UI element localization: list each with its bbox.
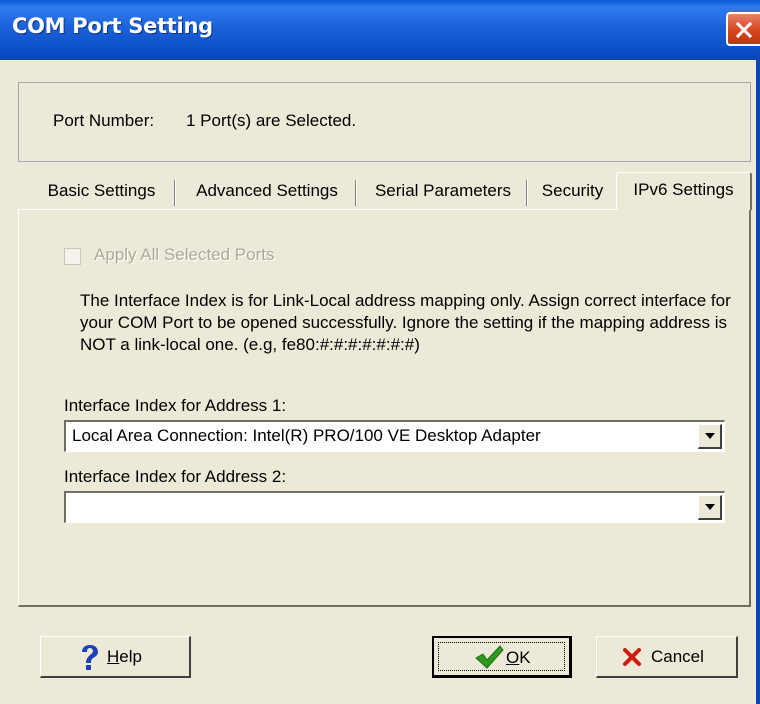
address2-dropdown-button[interactable] — [698, 495, 722, 520]
window-frame — [756, 60, 760, 704]
window-title: COM Port Setting — [12, 14, 213, 38]
apply-all-checkbox[interactable] — [64, 248, 81, 265]
cancel-button[interactable]: Cancel — [596, 636, 738, 678]
address2-label: Interface Index for Address 2: — [64, 467, 287, 486]
help-button[interactable]: Help — [40, 636, 191, 678]
address1-label: Interface Index for Address 1: — [64, 396, 287, 415]
help-mnemonic: H — [107, 647, 120, 666]
address2-dropdown[interactable] — [64, 491, 725, 523]
port-number-value: 1 Port(s) are Selected. — [186, 111, 357, 130]
address1-dropdown-button[interactable] — [698, 424, 722, 449]
port-number-label: Port Number: — [53, 111, 155, 130]
tab-basic-settings[interactable]: Basic Settings — [28, 178, 175, 208]
tab-advanced-settings[interactable]: Advanced Settings — [178, 178, 356, 208]
cancel-label: Cancel — [651, 647, 704, 666]
ok-mnemonic: O — [506, 648, 520, 667]
tab-ipv6-settings[interactable]: IPv6 Settings — [616, 172, 752, 210]
help-label: elp — [119, 647, 142, 666]
port-number-groupbox: Port Number: 1 Port(s) are Selected. — [18, 82, 751, 162]
apply-all-label: Apply All Selected Ports — [94, 245, 275, 264]
checkmark-icon — [475, 645, 504, 669]
address1-value: Local Area Connection: Intel(R) PRO/100 … — [72, 426, 541, 445]
title-bar: COM Port Setting — [0, 0, 760, 60]
address1-dropdown[interactable]: Local Area Connection: Intel(R) PRO/100 … — [64, 420, 725, 452]
red-x-icon — [623, 648, 641, 666]
tab-security[interactable]: Security — [530, 178, 615, 208]
description-text: The Interface Index is for Link-Local ad… — [80, 291, 731, 354]
ok-button[interactable]: OK — [432, 636, 572, 678]
ok-label: K — [519, 648, 531, 667]
tab-serial-parameters[interactable]: Serial Parameters — [359, 178, 527, 208]
chevron-down-icon — [705, 433, 715, 439]
close-button[interactable] — [726, 12, 760, 46]
question-mark-icon — [82, 645, 98, 670]
close-icon — [735, 21, 753, 39]
chevron-down-icon — [705, 504, 715, 510]
